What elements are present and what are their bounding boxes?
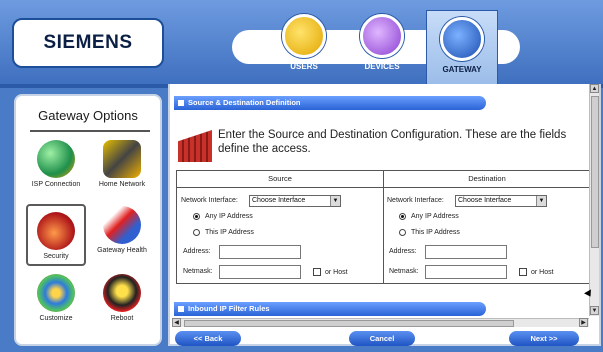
tab-users[interactable]: USERS	[268, 14, 340, 84]
palette-icon	[37, 274, 75, 312]
source-column-title: Source	[268, 174, 292, 183]
tab-devices-label: DEVICES	[364, 62, 400, 71]
chevron-down-icon[interactable]: ▼	[330, 196, 340, 206]
tab-users-label: USERS	[290, 62, 318, 71]
sidebar-item-isp-connection[interactable]: ISP Connection	[26, 140, 86, 202]
globe-icon	[37, 140, 75, 178]
horizontal-scrollbar[interactable]: ◀ ▶	[172, 318, 589, 327]
sidebar-item-security[interactable]: Security	[26, 204, 86, 266]
destination-any-ip-radio[interactable]	[399, 213, 406, 220]
destination-network-interface-label: Network Interface:	[387, 197, 444, 204]
network-icon	[103, 140, 141, 178]
back-button[interactable]: << Back	[175, 331, 241, 346]
destination-column-title: Destination	[468, 174, 506, 183]
gateway-icon	[440, 17, 484, 61]
title-divider	[30, 130, 150, 132]
sidebar-item-reboot[interactable]: Reboot	[92, 274, 152, 336]
source-network-interface-value: Choose Interface	[252, 197, 306, 204]
sidebar-item-label: ISP Connection	[31, 181, 81, 188]
destination-address-label: Address:	[389, 248, 417, 255]
section-bullet-icon	[178, 100, 184, 106]
section-header-inbound-filter-rules[interactable]: Inbound IP Filter Rules	[174, 302, 486, 316]
thermometer-icon	[103, 206, 141, 244]
destination-network-interface-value: Choose Interface	[458, 197, 512, 204]
section-bullet-icon	[178, 306, 184, 312]
cancel-button[interactable]: Cancel	[349, 331, 415, 346]
scroll-left-icon[interactable]: ◀	[172, 318, 181, 327]
source-or-host-label: or Host	[325, 269, 348, 276]
gateway-options-title: Gateway Options	[38, 108, 138, 123]
source-network-interface-label: Network Interface:	[181, 197, 238, 204]
main-content-panel: Source & Destination Definition Enter th…	[168, 84, 601, 346]
section-title: Source & Destination Definition	[188, 98, 301, 107]
source-network-interface-select[interactable]: Choose Interface ▼	[249, 195, 341, 207]
sidebar-item-label: Customize	[39, 315, 73, 322]
section-header-source-destination[interactable]: Source & Destination Definition	[174, 96, 486, 110]
destination-network-interface-select[interactable]: Choose Interface ▼	[455, 195, 547, 207]
source-any-ip-radio[interactable]	[193, 213, 200, 220]
sidebar-item-customize[interactable]: Customize	[26, 274, 86, 336]
vertical-scroll-thumb[interactable]	[591, 96, 599, 248]
source-this-ip-radio[interactable]	[193, 229, 200, 236]
destination-netmask-input[interactable]	[425, 265, 507, 279]
destination-this-ip-label: This IP Address	[411, 229, 460, 236]
scroll-down-icon[interactable]: ▼	[590, 306, 599, 315]
source-netmask-input[interactable]	[219, 265, 301, 279]
horizontal-scroll-thumb[interactable]	[184, 320, 514, 327]
source-address-label: Address:	[183, 248, 211, 255]
siemens-logo: SIEMENS	[12, 18, 164, 68]
header-divider	[177, 187, 589, 188]
config-table: Source Destination Network Interface: Ch…	[176, 170, 590, 284]
chevron-down-icon[interactable]: ▼	[536, 196, 546, 206]
scroll-up-icon[interactable]: ▲	[590, 84, 599, 93]
sidebar-item-label: Gateway Health	[97, 247, 147, 254]
scroll-right-icon[interactable]: ▶	[579, 318, 588, 327]
section-title: Inbound IP Filter Rules	[188, 304, 270, 313]
lock-icon	[37, 212, 75, 250]
tab-gateway-label: GATEWAY	[442, 65, 482, 74]
sidebar-item-home-network[interactable]: Home Network	[92, 140, 152, 202]
destination-netmask-label: Netmask:	[389, 268, 419, 275]
source-or-host-checkbox[interactable]	[313, 268, 321, 276]
destination-any-ip-label: Any IP Address	[411, 213, 459, 220]
gateway-options-panel: Gateway Options ISP Connection Home Netw…	[14, 94, 162, 346]
tab-gateway[interactable]: GATEWAY	[426, 10, 498, 84]
tab-devices[interactable]: DEVICES	[346, 14, 418, 84]
devices-icon	[360, 14, 404, 58]
sidebar-item-gateway-health[interactable]: Gateway Health	[92, 206, 152, 268]
users-icon	[282, 14, 326, 58]
source-netmask-label: Netmask:	[183, 268, 213, 275]
reboot-icon	[103, 274, 141, 312]
destination-address-input[interactable]	[425, 245, 507, 259]
vertical-scrollbar[interactable]: ▲ ▼	[589, 84, 599, 316]
sidebar-item-label: Home Network	[98, 181, 146, 188]
destination-or-host-label: or Host	[531, 269, 554, 276]
next-button[interactable]: Next >>	[509, 331, 579, 346]
source-address-input[interactable]	[219, 245, 301, 259]
source-any-ip-label: Any IP Address	[205, 213, 253, 220]
sidebar-item-label: Security	[43, 253, 69, 260]
destination-this-ip-radio[interactable]	[399, 229, 406, 236]
sidebar-item-label: Reboot	[110, 315, 134, 322]
intro-text: Enter the Source and Destination Configu…	[218, 129, 567, 155]
firewall-icon	[178, 130, 212, 162]
source-this-ip-label: This IP Address	[205, 229, 254, 236]
destination-or-host-checkbox[interactable]	[519, 268, 527, 276]
